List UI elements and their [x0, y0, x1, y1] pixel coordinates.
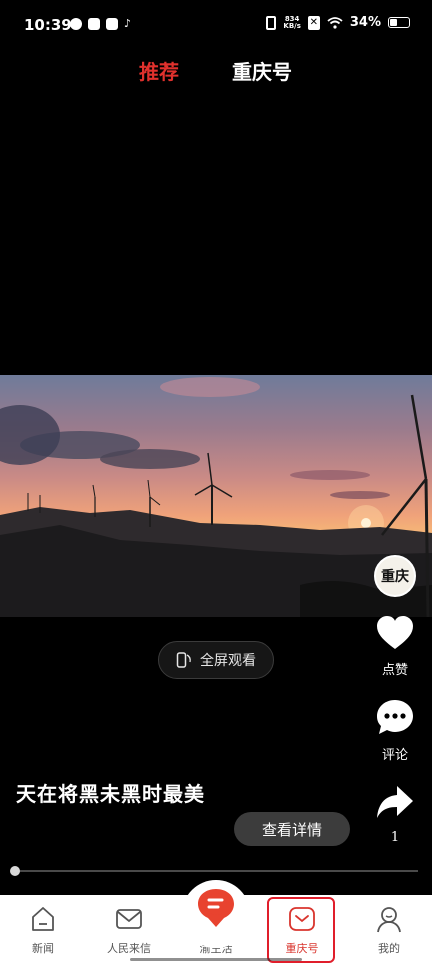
app-notification-icon [70, 18, 82, 30]
comment-label: 评论 [381, 748, 408, 763]
nav-letters-label: 人民来信 [107, 942, 151, 955]
tab-recommend[interactable]: 推荐 [139, 56, 179, 85]
mail-notification-icon [88, 18, 100, 30]
share-button[interactable]: 1 [370, 784, 420, 845]
heart-icon [377, 616, 413, 649]
calendar-notification-icon [106, 18, 118, 30]
video-title: 天在将黑未黑时最美 [16, 782, 205, 806]
rotate-screen-icon [176, 652, 191, 668]
like-label: 点赞 [381, 663, 408, 678]
person-icon [377, 907, 401, 933]
share-icon [377, 786, 413, 818]
nav-mine[interactable]: 我的 [346, 895, 432, 964]
nav-highlight-box [267, 897, 335, 963]
video-player[interactable] [0, 375, 432, 617]
like-button[interactable]: 点赞 [370, 615, 420, 678]
status-time: 10:39 [24, 16, 72, 34]
share-count: 1 [390, 830, 400, 845]
notification-icons: ♪ [70, 18, 136, 30]
tiktok-icon: ♪ [124, 17, 132, 30]
envelope-icon [116, 909, 142, 929]
fullscreen-label: 全屏观看 [200, 653, 256, 669]
view-details-button[interactable]: 查看详情 [234, 812, 350, 846]
nav-news-label: 新闻 [32, 942, 54, 955]
progress-knob[interactable] [10, 866, 20, 876]
location-pin-icon[interactable] [196, 888, 236, 928]
fullscreen-button[interactable]: 全屏观看 [158, 641, 274, 679]
comment-icon [377, 700, 413, 734]
home-indicator[interactable] [130, 958, 302, 961]
vibrate-icon [266, 15, 277, 30]
video-frame [0, 377, 432, 617]
progress-bar[interactable] [10, 866, 418, 876]
status-right: 834 KB/s ✕ 34% [266, 15, 410, 30]
net-speed: 834 KB/s [283, 14, 301, 30]
tab-chongqing[interactable]: 重庆号 [232, 56, 292, 85]
wifi-icon [327, 16, 343, 29]
channel-avatar[interactable]: 重庆 [374, 555, 416, 597]
status-bar: 10:39 ♪ 834 KB/s ✕ 34% [0, 0, 432, 50]
nav-letters[interactable]: 人民来信 [86, 895, 172, 964]
nav-news[interactable]: 新闻 [0, 895, 86, 964]
battery-percent: 34% [349, 15, 381, 30]
top-tabs: 推荐 重庆号 [0, 56, 432, 86]
nav-mine-label: 我的 [378, 942, 400, 955]
no-sim-icon: ✕ [307, 15, 320, 30]
battery-icon [388, 17, 410, 28]
house-icon [32, 907, 54, 931]
comment-button[interactable]: 评论 [370, 698, 420, 763]
